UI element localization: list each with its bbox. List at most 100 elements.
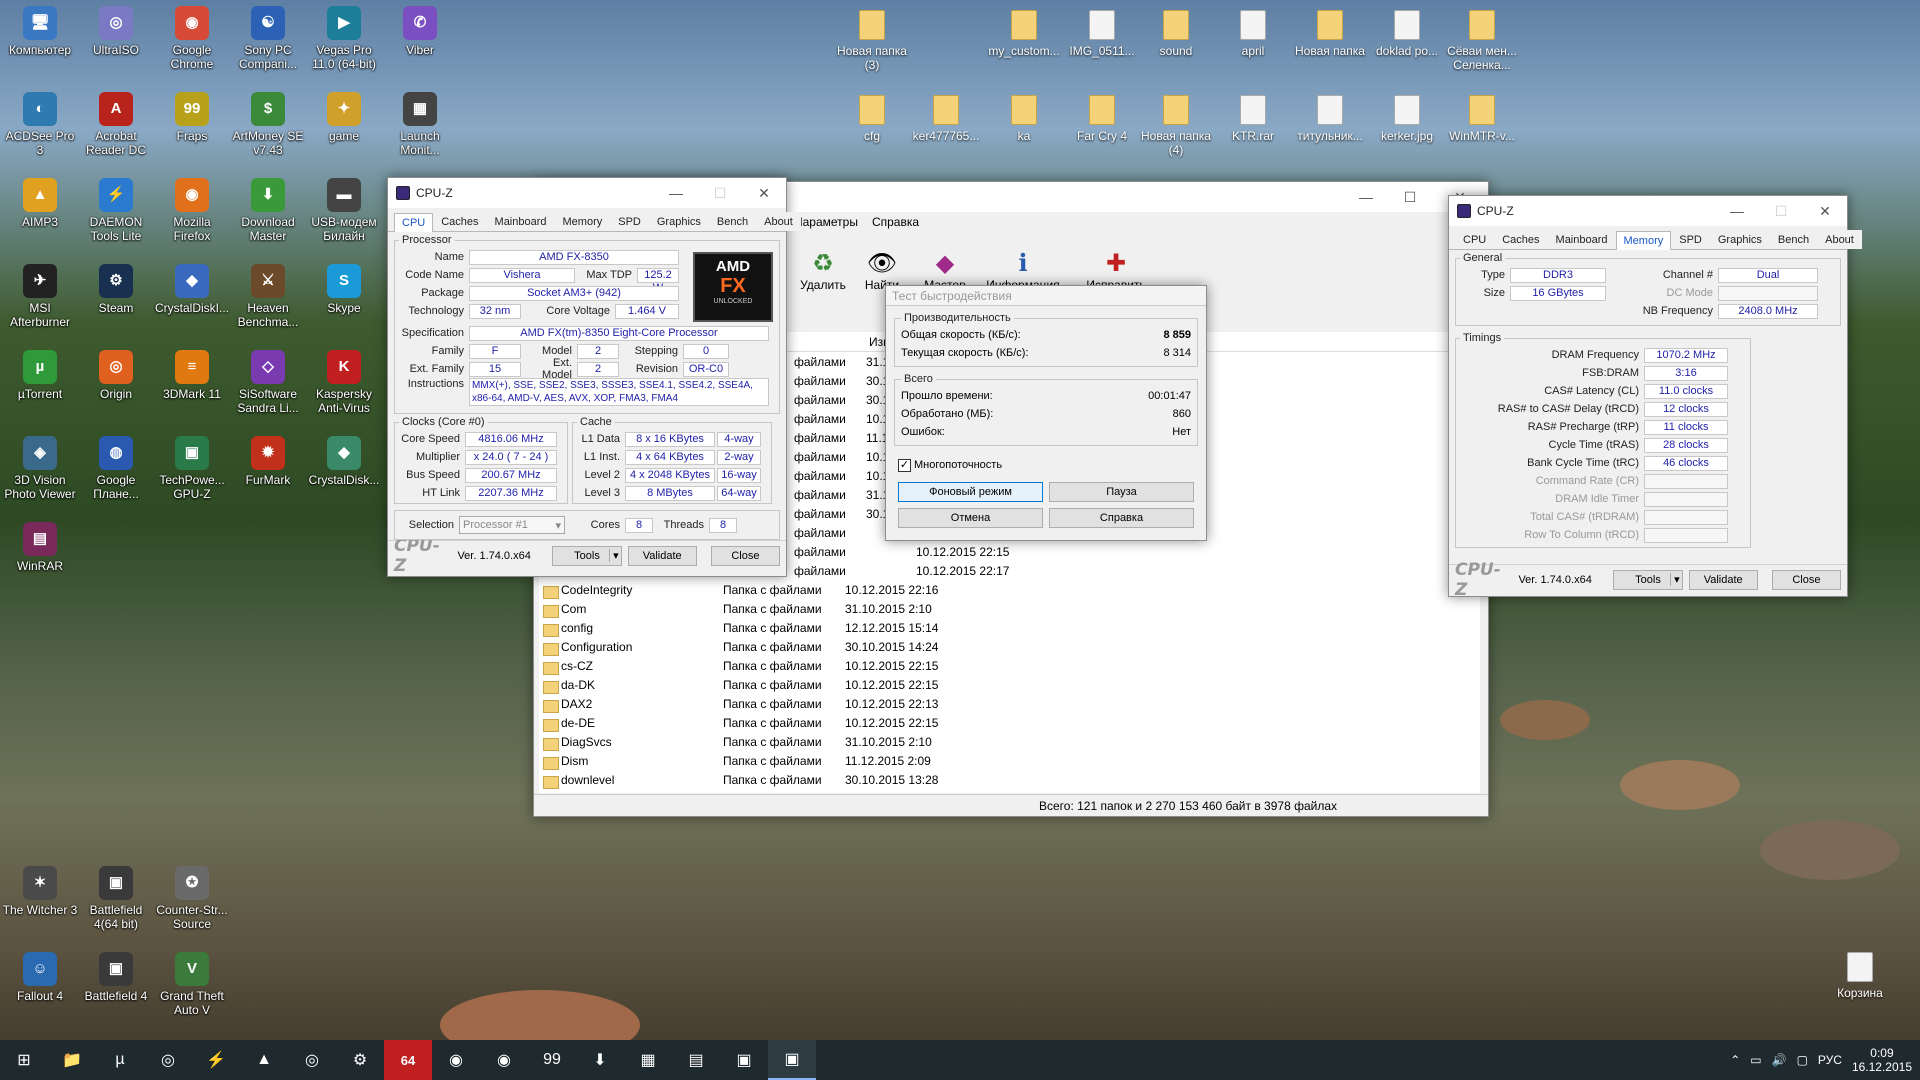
desktop-shortcut[interactable]: ✦ game: [306, 92, 382, 143]
close-icon[interactable]: ✕: [1803, 196, 1847, 226]
validate-button[interactable]: Validate: [1688, 569, 1758, 590]
desktop-file[interactable]: Far Cry 4: [1062, 95, 1142, 143]
close-button[interactable]: Close: [1771, 569, 1841, 590]
table-row[interactable]: config Папка с файлами 12.12.2015 15:14: [539, 618, 1480, 637]
desktop-shortcut[interactable]: µ µTorrent: [2, 350, 78, 401]
tools-button[interactable]: Tools ▾: [552, 545, 622, 566]
desktop-shortcut[interactable]: 🖥 Компьютер: [2, 6, 78, 57]
close-icon[interactable]: ✕: [742, 178, 786, 208]
desktop-shortcut[interactable]: ◇ SiSoftware Sandra Li...: [230, 350, 306, 415]
tab-mainboard[interactable]: Mainboard: [486, 212, 555, 231]
desktop-shortcut[interactable]: ▤ WinRAR: [2, 522, 78, 573]
desktop-shortcut[interactable]: ◎ UltraISO: [78, 6, 154, 57]
file-explorer-icon[interactable]: 📁: [48, 1040, 96, 1080]
desktop-file[interactable]: Корзина: [1820, 952, 1900, 1000]
desktop-shortcut[interactable]: ▣ Battlefield 4(64 bit): [78, 866, 154, 931]
table-row[interactable]: Com Папка с файлами 31.10.2015 2:10: [539, 599, 1480, 618]
daemon-icon[interactable]: ⚡: [192, 1040, 240, 1080]
desktop-file[interactable]: cfg: [832, 95, 912, 143]
desktop-shortcut[interactable]: ▦ Launch Monit...: [382, 92, 458, 157]
firefox-icon[interactable]: ◉: [432, 1040, 480, 1080]
desktop-shortcut[interactable]: ▬ USB-модем Билайн: [306, 178, 382, 243]
chrome-icon[interactable]: ◉: [480, 1040, 528, 1080]
desktop-shortcut[interactable]: ◍ Google Плане...: [78, 436, 154, 501]
tab-cpu[interactable]: CPU: [394, 213, 434, 232]
tab-spd[interactable]: SPD: [610, 212, 649, 231]
cancel-button[interactable]: Отмена: [898, 508, 1043, 528]
desktop-file[interactable]: Новая папка (3): [832, 10, 912, 72]
close-button[interactable]: Close: [710, 545, 780, 566]
desktop-file[interactable]: Новая папка (4): [1136, 95, 1216, 157]
desktop-file[interactable]: ker477765...: [906, 95, 986, 143]
desktop-shortcut[interactable]: ⬇ Download Master: [230, 178, 306, 243]
help-button[interactable]: Справка: [1049, 508, 1194, 528]
tab-memory[interactable]: Memory: [554, 212, 611, 231]
chevron-up-icon[interactable]: ⌃: [1730, 1053, 1740, 1067]
steam-icon[interactable]: ⚙: [336, 1040, 384, 1080]
minimize-icon[interactable]: —: [1715, 196, 1759, 226]
desktop-shortcut[interactable]: ✆ Viber: [382, 6, 458, 57]
processor-select[interactable]: Processor #1 ▾: [459, 516, 565, 534]
desktop-shortcut[interactable]: ≡ 3DMark 11: [154, 350, 230, 401]
bench-app-icon[interactable]: ▣: [720, 1040, 768, 1080]
download-master-icon[interactable]: ⬇: [576, 1040, 624, 1080]
multithread-option[interactable]: ✓ Многопоточность: [898, 456, 1206, 474]
tab-about[interactable]: About: [756, 212, 801, 231]
cpuz-icon[interactable]: ▣: [768, 1040, 816, 1080]
desktop-shortcut[interactable]: ◉ Google Chrome: [154, 6, 230, 71]
aimp-icon[interactable]: ▲: [240, 1040, 288, 1080]
table-row[interactable]: DAX2 Папка с файлами 10.12.2015 22:13: [539, 694, 1480, 713]
desktop-shortcut[interactable]: K Kaspersky Anti-Virus: [306, 350, 382, 415]
desktop-shortcut[interactable]: ✪ Counter-Str... Source: [154, 866, 230, 931]
tools-button[interactable]: Tools ▾: [1613, 569, 1683, 590]
desktop-file[interactable]: ka: [984, 95, 1064, 143]
volume-icon[interactable]: 🔊: [1772, 1053, 1787, 1067]
desktop-file[interactable]: WinMTR-v...: [1442, 95, 1522, 143]
desktop-file[interactable]: титульник...: [1290, 95, 1370, 143]
launch-monitor-icon[interactable]: ▦: [624, 1040, 672, 1080]
table-row[interactable]: cs-CZ Папка с файлами 10.12.2015 22:15: [539, 656, 1480, 675]
desktop-shortcut[interactable]: $ ArtMoney SE v7.43: [230, 92, 306, 157]
table-row[interactable]: CodeIntegrity Папка с файлами 10.12.2015 2…: [539, 580, 1480, 599]
table-row[interactable]: downlevel Папка с файлами 30.10.2015 13:28: [539, 770, 1480, 789]
tab-bench[interactable]: Bench: [708, 212, 757, 231]
desktop-shortcut[interactable]: ⚡ DAEMON Tools Lite: [78, 178, 154, 243]
desktop-shortcut[interactable]: ✶ The Witcher 3: [2, 866, 78, 917]
menu-help[interactable]: Справка: [872, 215, 919, 229]
notification-icon[interactable]: ▢: [1797, 1053, 1808, 1067]
network-icon[interactable]: ▭: [1750, 1053, 1761, 1067]
chevron-down-icon[interactable]: ▾: [1670, 573, 1680, 586]
desktop-file[interactable]: sound: [1136, 10, 1216, 58]
tab-about[interactable]: About: [1817, 230, 1862, 249]
desktop-shortcut[interactable]: ◉ Mozilla Firefox: [154, 178, 230, 243]
validate-button[interactable]: Validate: [627, 545, 697, 566]
tab-graphics[interactable]: Graphics: [1709, 230, 1770, 249]
desktop-shortcut[interactable]: V Grand Theft Auto V: [154, 952, 230, 1017]
desktop-file[interactable]: Сёваи мен... Селенка...: [1442, 10, 1522, 72]
table-row[interactable]: Configuration Папка с файлами 30.10.2015 1…: [539, 637, 1480, 656]
origin-icon[interactable]: ◎: [288, 1040, 336, 1080]
desktop-shortcut[interactable]: ✈ MSI Afterburner: [2, 264, 78, 329]
tab-mainboard[interactable]: Mainboard: [1547, 230, 1616, 249]
desktop-shortcut[interactable]: 99 Fraps: [154, 92, 230, 143]
desktop-shortcut[interactable]: ☺ Fallout 4: [2, 952, 78, 1003]
pause-button[interactable]: Пауза: [1049, 482, 1194, 502]
desktop-shortcut[interactable]: ▣ Battlefield 4: [78, 952, 154, 1003]
winrar-icon[interactable]: ▤: [672, 1040, 720, 1080]
table-row[interactable]: DiagSvcs Папка с файлами 31.10.2015 2:10: [539, 732, 1480, 751]
table-row[interactable]: Dism Папка с файлами 11.12.2015 2:09: [539, 751, 1480, 770]
minimize-icon[interactable]: —: [1344, 182, 1388, 212]
tab-cpu[interactable]: CPU: [1455, 230, 1495, 249]
desktop-shortcut[interactable]: ◆ CrystalDiskI...: [154, 264, 230, 315]
fraps-icon[interactable]: 99: [528, 1040, 576, 1080]
desktop-shortcut[interactable]: ◐ ACDSee Pro 3: [2, 92, 78, 157]
desktop-shortcut[interactable]: ☯ Sony PC Compani...: [230, 6, 306, 71]
maximize-icon[interactable]: ☐: [1388, 182, 1432, 212]
tab-memory[interactable]: Memory: [1615, 231, 1672, 250]
desktop-shortcut[interactable]: S Skype: [306, 264, 382, 315]
tab-spd[interactable]: SPD: [1671, 230, 1710, 249]
desktop-file[interactable]: IMG_0511...: [1062, 10, 1142, 58]
delete-button[interactable]: ♻ Удалить: [796, 249, 850, 292]
desktop-shortcut[interactable]: A Acrobat Reader DC: [78, 92, 154, 157]
desktop-shortcut[interactable]: ◆ CrystalDisk...: [306, 436, 382, 487]
